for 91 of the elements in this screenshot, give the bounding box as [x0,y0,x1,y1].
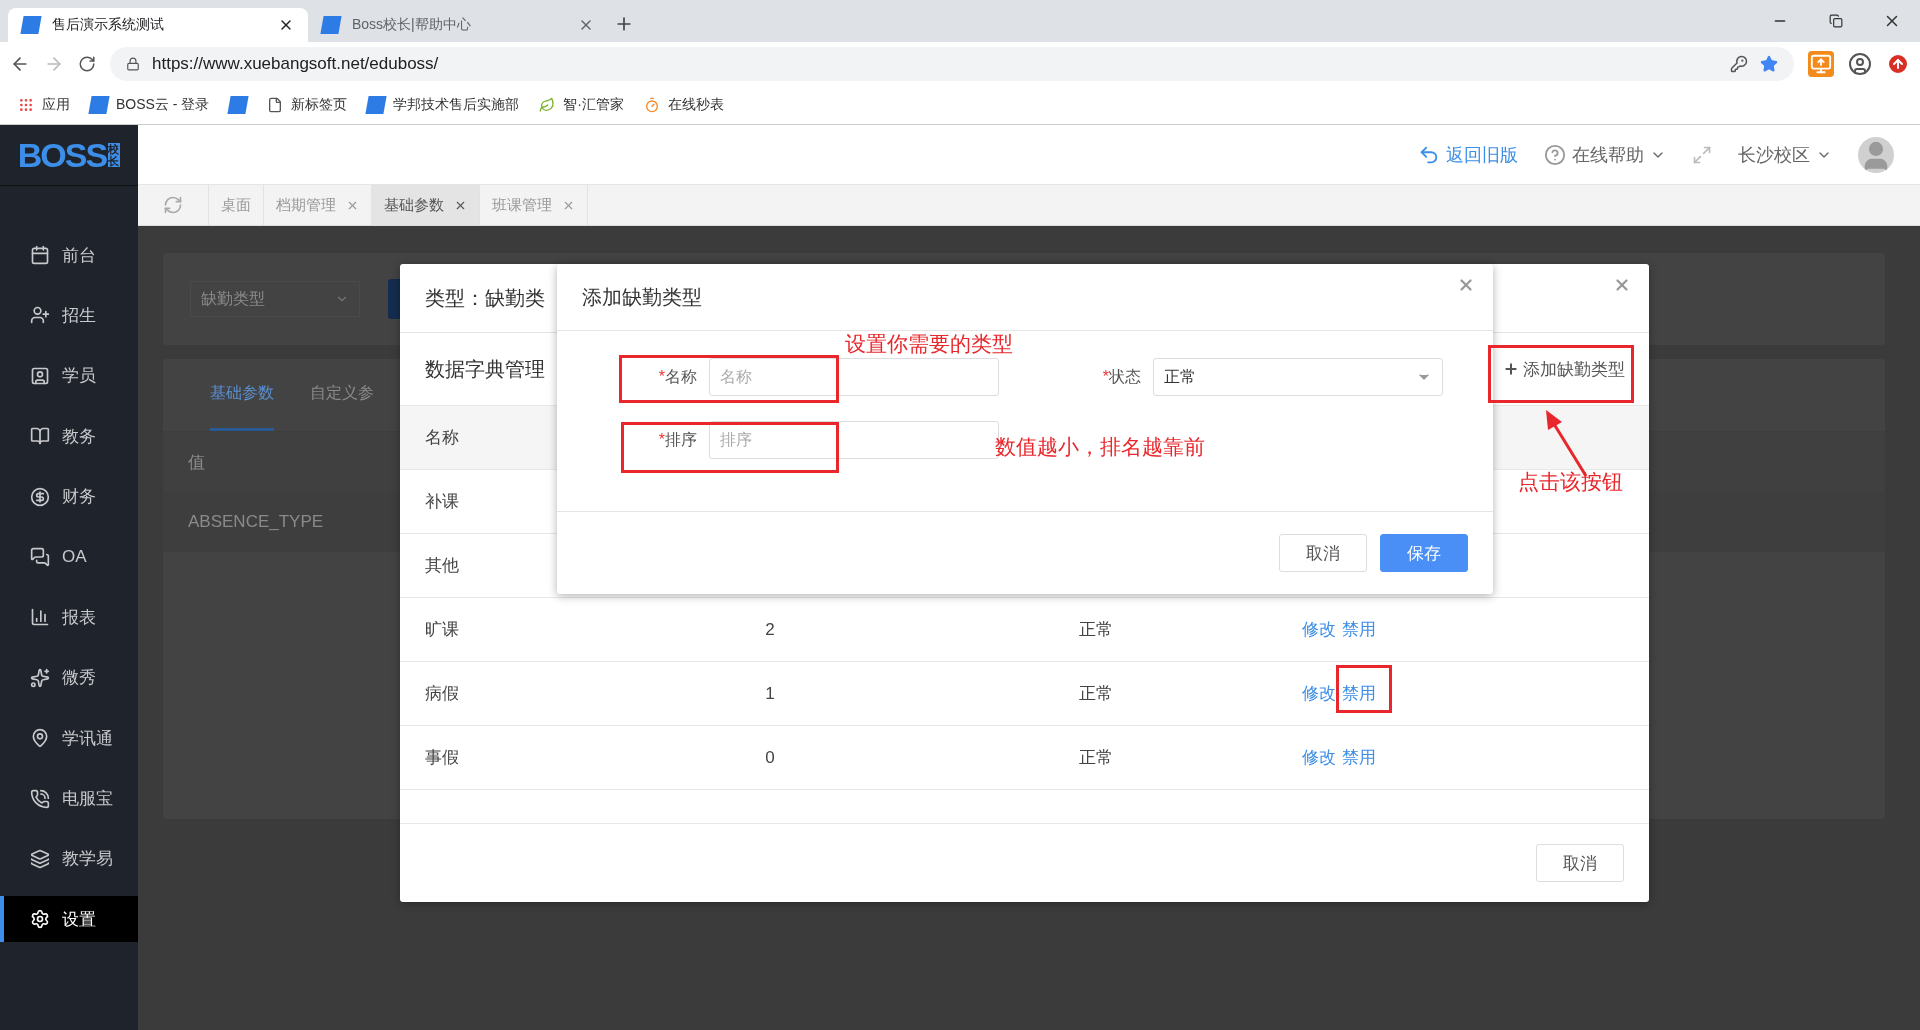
section-title: 数据字典管理 [425,356,545,382]
menu-icon [30,426,50,447]
column-header: 值 [188,451,205,474]
sidebar-item[interactable]: 微秀 [0,654,138,701]
sidebar-item[interactable]: 教务 [0,413,138,460]
table-cell: 1 [765,683,775,704]
edit-link[interactable]: 修改 [1302,618,1336,641]
field-label: *名称 [657,366,697,387]
edit-link[interactable]: 修改 [1302,682,1336,705]
page-icon [267,96,284,113]
annotation-text: 点击该按钮 [1518,469,1623,496]
logo-icon [88,95,110,114]
menu-icon [30,607,50,628]
star-icon[interactable] [1760,54,1778,73]
sidebar-item[interactable]: 电服宝 [0,775,138,822]
table-cell-text: 补课 [425,491,459,513]
column-header: 名称 [425,427,459,449]
table-cell-text: 旷课 [425,619,459,641]
bookmark-link[interactable]: BOSS云 - 登录 [116,95,210,114]
browser-tab[interactable]: Boss校长|帮助中心 [308,8,608,42]
apps-icon [18,96,34,113]
menu-icon [30,546,50,567]
help-icon [1544,143,1566,166]
dialog-title: 添加缺勤类型 [582,284,702,310]
bookmark-link[interactable]: 学邦技术售后实施部 [393,95,520,114]
reload-icon[interactable] [78,54,96,73]
dialog-title: 类型：缺勤类 [425,285,545,311]
table-cell: 0 [765,747,775,768]
logo-badge: 校长 [108,142,121,168]
timer-icon [644,96,661,113]
restore-icon[interactable] [1829,14,1843,28]
cancel-button[interactable]: 取消 [1279,534,1367,573]
highlight-frame [1336,665,1392,713]
table-cell-text: 正常 [1079,747,1113,769]
menu-icon [30,667,50,688]
sidebar-item[interactable]: 教学易 [0,835,138,882]
plus-icon [1503,361,1519,377]
leaf-icon [539,96,556,113]
help-menu[interactable]: 在线帮助 [1544,142,1666,167]
table-cell-text: 病假 [425,683,459,705]
logo-icon [227,95,249,114]
bookmark-link[interactable]: 应用 [42,95,70,114]
table-cell-text: 其他 [425,555,459,577]
bookmark-link[interactable]: 新标签页 [291,95,348,114]
table-cell: 2 [765,619,775,640]
menu-icon [30,365,50,386]
lock-icon [126,56,140,71]
field-label: *排序 [657,429,697,450]
logo-icon [365,95,387,114]
field-label: *状态 [1101,366,1141,387]
logo-icon [20,16,42,34]
sidebar-item[interactable]: 前台 [0,232,138,278]
annotation-text: 设置你需要的类型 [845,331,1013,358]
disable-link[interactable]: 禁用 [1342,746,1376,769]
menu-icon [30,486,50,507]
cancel-button[interactable]: 取消 [1536,844,1624,882]
sidebar-item[interactable]: 财务 [0,473,138,520]
menu-icon [30,305,50,326]
menu-icon [30,848,50,869]
table-cell-text: 正常 [1079,619,1113,641]
logo-text: BOSS [17,135,107,175]
status-select[interactable]: 正常 [1153,358,1443,397]
menu-icon [30,788,50,809]
browser-tab[interactable]: 售后演示系统测试 [8,8,308,42]
sidebar-item[interactable]: 报表 [0,594,138,641]
sidebar-item[interactable]: 设置 [0,896,138,943]
campus-menu[interactable]: 长沙校区 [1738,142,1832,167]
bookmark-link[interactable]: 智·汇管家 [563,95,625,114]
sidebar-item[interactable]: 学员 [0,352,138,399]
address-bar[interactable]: https://www.xuebangsoft.net/eduboss/ [110,46,1794,81]
page-tab[interactable]: 基础参数 [372,185,480,225]
table-cell-text: 正常 [1079,683,1113,705]
sidebar-item[interactable]: 学讯通 [0,715,138,762]
menu-icon [30,245,50,265]
table-cell: ABSENCE_TYPE [188,512,324,532]
text-field[interactable]: 名称 [709,358,999,397]
table-cell-text: 事假 [425,747,459,769]
bookmark-link[interactable]: 在线秒表 [668,95,725,114]
key-icon[interactable] [1730,54,1748,73]
sidebar-item[interactable]: OA [0,533,138,580]
logo-icon [320,16,342,34]
avatar[interactable] [1858,136,1894,173]
disable-link[interactable]: 禁用 [1342,682,1376,705]
menu-icon [30,728,50,749]
edit-link[interactable]: 修改 [1302,746,1336,769]
extension-icon[interactable] [1808,50,1834,77]
profile-icon[interactable] [1848,51,1872,76]
menu-icon [30,909,50,930]
sidebar-item[interactable]: 招生 [0,292,138,339]
url-text: https://www.xuebangsoft.net/eduboss/ [152,53,440,74]
disable-link[interactable]: 禁用 [1342,618,1376,641]
